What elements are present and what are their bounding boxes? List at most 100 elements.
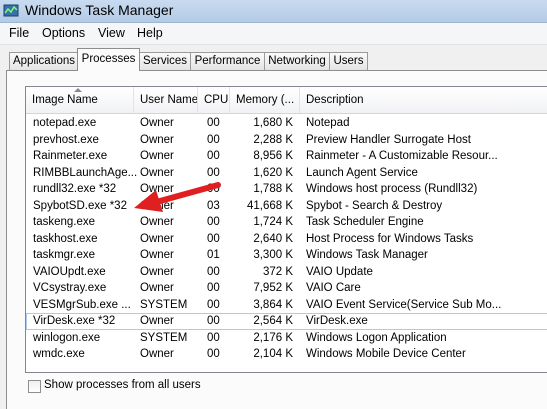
show-all-users-checkbox[interactable] [28,380,41,393]
process-description: Launch Agent Service [306,166,418,179]
process-memory: 1,788 K [253,183,293,195]
process-name: prevhost.exe [33,133,99,146]
process-description: Spybot - Search & Destroy [306,199,443,212]
process-description: Host Process for Windows Tasks [306,232,474,245]
process-cpu: 03 [207,199,220,212]
process-description: Task Scheduler Engine [306,216,424,228]
show-all-users-label: Show processes from all users [44,379,201,391]
process-cpu: 00 [207,150,220,162]
process-user: Owner [140,117,174,129]
process-row[interactable]: rundll32.exe *32 Owner 00 1,788 K Windows ho… [26,181,547,198]
menu-options[interactable]: Options [42,26,85,40]
process-memory: 8,956 K [253,150,293,162]
process-name: VAIOUpdt.exe [33,265,106,278]
process-cpu: 00 [207,348,220,360]
process-description: Windows Task Manager [306,249,428,261]
tab-services[interactable]: Services [139,52,191,70]
process-description: Windows host process (Rundll32) [306,183,478,195]
process-cpu: 00 [207,265,220,278]
column-memory[interactable]: Memory (... [230,87,300,113]
process-name: SpybotSD.exe *32 [33,199,127,212]
process-cpu: 00 [207,331,220,344]
process-row[interactable]: VirDesk.exe *32 Owner 00 2,564 K VirDesk.exe [26,313,547,330]
process-memory: 2,288 K [253,133,293,146]
process-name: taskeng.exe [33,216,96,228]
menu-bar: File Options View Help [0,23,547,45]
process-memory: 2,176 K [253,331,293,344]
process-memory: 1,724 K [253,216,293,228]
tab-networking[interactable]: Networking [264,52,330,70]
process-list[interactable]: Image Name User Name CPU Memory (... Des… [25,86,547,373]
process-memory: 1,620 K [253,166,293,179]
process-memory: 372 K [262,265,293,278]
process-user: Owner [140,133,174,146]
tab-strip: Applications Processes Services Performa… [0,48,547,71]
process-name: VESMgrSub.exe ... [33,298,131,311]
tab-users[interactable]: Users [329,52,368,70]
process-name: taskhost.exe [33,232,98,245]
process-row[interactable]: notepad.exe Owner 00 1,680 K Notepad [26,115,547,132]
process-user: Owner [140,265,174,278]
process-row[interactable]: VESMgrSub.exe ... SYSTEM 00 3,864 K VAIO Eve… [26,297,547,314]
process-row[interactable]: taskhost.exe Owner 00 2,640 K Host Process f… [26,231,547,248]
process-memory: 2,104 K [253,348,293,360]
process-row[interactable]: wmdc.exe Owner 00 2,104 K Windows Mobile Dev… [26,346,547,363]
process-description: VAIO Care [306,282,361,294]
process-user: Owner [140,232,174,245]
column-user-name[interactable]: User Name [134,87,198,113]
process-user: Owner [140,216,174,228]
process-cpu: 00 [207,315,220,327]
process-description: Rainmeter - A Customizable Resour... [306,150,498,162]
tab-processes[interactable]: Processes [77,48,140,71]
sort-ascending-icon [74,88,82,92]
menu-view[interactable]: View [98,26,125,40]
process-name: wmdc.exe [33,348,85,360]
process-row[interactable]: taskeng.exe Owner 00 1,724 K Task Scheduler … [26,214,547,231]
process-user: Owner [140,199,174,212]
process-description: Notepad [306,117,350,129]
process-row[interactable]: RIMBBLaunchAge... Owner 00 1,620 K Launch Ag… [26,165,547,182]
process-memory: 7,952 K [253,282,293,294]
menu-file[interactable]: File [9,26,29,40]
process-name: rundll32.exe *32 [33,183,117,195]
column-image-name[interactable]: Image Name [26,87,134,113]
column-header: Image Name User Name CPU Memory (... Des… [26,87,547,114]
process-user: Owner [140,315,174,327]
process-name: taskmgr.exe [33,249,95,261]
process-row[interactable]: winlogon.exe SYSTEM 00 2,176 K Windows Logon… [26,330,547,347]
column-description[interactable]: Description [300,87,547,113]
process-cpu: 00 [207,166,220,179]
process-user: Owner [140,282,174,294]
process-cpu: 00 [207,216,220,228]
process-name: VCsystray.exe [33,282,107,294]
process-row[interactable]: Rainmeter.exe Owner 00 8,956 K Rainmeter - A… [26,148,547,165]
process-cpu: 01 [207,249,220,261]
process-cpu: 00 [207,183,220,195]
task-manager-icon [3,4,19,17]
process-user: SYSTEM [140,298,188,311]
tab-applications[interactable]: Applications [9,52,79,70]
process-user: Owner [140,166,174,179]
process-user: Owner [140,150,174,162]
column-cpu[interactable]: CPU [198,87,230,113]
process-row[interactable]: VCsystray.exe Owner 00 7,952 K VAIO Care [26,280,547,297]
window-title: Windows Task Manager [25,2,174,18]
process-description: VAIO Event Service(Service Sub Mo... [306,298,502,311]
process-description: Preview Handler Surrogate Host [306,133,471,146]
process-user: Owner [140,183,174,195]
process-description: Windows Mobile Device Center [306,348,466,360]
tab-performance[interactable]: Performance [190,52,265,70]
process-row[interactable]: SpybotSD.exe *32 Owner 03 41,668 K Spybot - … [26,198,547,215]
process-row[interactable]: prevhost.exe Owner 00 2,288 K Preview Handle… [26,132,547,149]
process-cpu: 00 [207,298,220,311]
process-memory: 3,864 K [253,298,293,311]
process-user: Owner [140,249,174,261]
process-cpu: 00 [207,117,220,129]
process-name: Rainmeter.exe [33,150,108,162]
process-name: notepad.exe [33,117,97,129]
process-memory: 1,680 K [253,117,293,129]
process-row[interactable]: taskmgr.exe Owner 01 3,300 K Windows Task Ma… [26,247,547,264]
process-row[interactable]: VAIOUpdt.exe Owner 00 372 K VAIO Update [26,264,547,281]
process-cpu: 00 [207,232,220,245]
menu-help[interactable]: Help [137,26,163,40]
